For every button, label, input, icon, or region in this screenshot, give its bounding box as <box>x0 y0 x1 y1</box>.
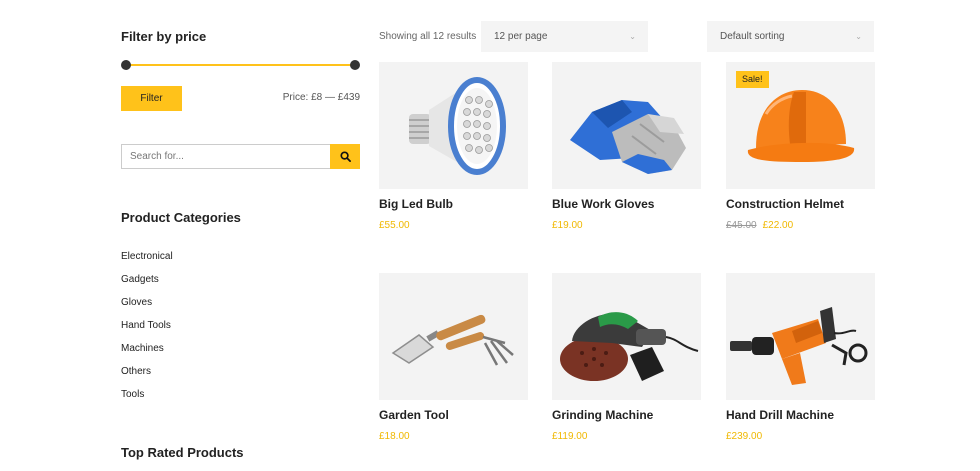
current-price: £239.00 <box>726 431 763 442</box>
search-input[interactable] <box>121 144 330 169</box>
product-card[interactable]: Grinding Machine £119.00 <box>552 273 701 442</box>
product-image[interactable] <box>726 273 875 400</box>
garden-trowel-icon <box>391 314 514 366</box>
product-card[interactable]: Hand Drill Machine £239.00 <box>726 273 875 442</box>
sorting-select[interactable]: Default sorting ⌄ <box>707 21 874 52</box>
product-name[interactable]: Blue Work Gloves <box>552 197 701 211</box>
sorting-value: Default sorting <box>720 31 785 42</box>
product-price: £239.00 <box>726 431 875 442</box>
power-drill-icon <box>730 307 868 385</box>
category-link-machines[interactable]: Machines <box>121 343 164 354</box>
category-list: Electronical Gadgets Gloves Hand Tools M… <box>121 251 173 412</box>
product-categories-title: Product Categories <box>121 210 241 225</box>
price-slider[interactable] <box>121 60 360 70</box>
category-link-gadgets[interactable]: Gadgets <box>121 274 159 285</box>
orbital-sander-icon <box>560 312 699 381</box>
product-price: £119.00 <box>552 431 701 442</box>
category-link-tools[interactable]: Tools <box>121 389 144 400</box>
list-item: Hand Tools <box>121 320 173 343</box>
product-image[interactable] <box>379 62 528 189</box>
product-card[interactable]: Big Led Bulb £55.00 <box>379 62 528 231</box>
current-price: £55.00 <box>379 220 410 231</box>
list-item: Machines <box>121 343 173 366</box>
list-item: Tools <box>121 389 173 412</box>
current-price: £22.00 <box>762 220 794 231</box>
search-button[interactable] <box>330 144 360 169</box>
product-name[interactable]: Hand Drill Machine <box>726 408 875 422</box>
product-name[interactable]: Construction Helmet <box>726 197 875 211</box>
filter-button[interactable]: Filter <box>121 86 182 111</box>
list-item: Gadgets <box>121 274 173 297</box>
list-item: Others <box>121 366 173 389</box>
search-form <box>121 144 360 169</box>
product-price: £19.00 <box>552 220 701 231</box>
price-slider-max-handle[interactable] <box>350 60 360 70</box>
old-price: £45.00 <box>726 220 757 231</box>
product-card[interactable]: Garden Tool £18.00 <box>379 273 528 442</box>
product-image[interactable] <box>379 273 528 400</box>
chevron-down-icon: ⌄ <box>855 32 862 41</box>
list-item: Gloves <box>121 297 173 320</box>
current-price: £18.00 <box>379 431 410 442</box>
sale-badge: Sale! <box>736 71 769 88</box>
chevron-down-icon: ⌄ <box>629 32 636 41</box>
product-name[interactable]: Big Led Bulb <box>379 197 528 211</box>
product-card[interactable]: Blue Work Gloves £19.00 <box>552 62 701 231</box>
current-price: £119.00 <box>552 431 588 442</box>
current-price: £19.00 <box>552 220 583 231</box>
price-slider-min-handle[interactable] <box>121 60 131 70</box>
product-price: £18.00 <box>379 431 528 442</box>
category-link-gloves[interactable]: Gloves <box>121 297 152 308</box>
category-link-others[interactable]: Others <box>121 366 151 377</box>
led-bulb-icon <box>409 77 506 175</box>
top-rated-products-title: Top Rated Products <box>121 445 244 460</box>
category-link-hand-tools[interactable]: Hand Tools <box>121 320 171 331</box>
list-item: Electronical <box>121 251 173 274</box>
work-gloves-icon <box>570 100 686 174</box>
category-link-electronical[interactable]: Electronical <box>121 251 173 262</box>
product-card[interactable]: Sale! Construction Helmet £45.00 £22.00 <box>726 62 875 231</box>
product-price: £55.00 <box>379 220 528 231</box>
price-range-label: Price: £8 — £439 <box>282 92 360 103</box>
product-image[interactable] <box>552 273 701 400</box>
per-page-value: 12 per page <box>494 31 548 42</box>
price-slider-track <box>126 64 355 66</box>
product-image[interactable]: Sale! <box>726 62 875 189</box>
product-image[interactable] <box>552 62 701 189</box>
product-price: £45.00 £22.00 <box>726 220 875 231</box>
search-icon <box>339 151 351 162</box>
product-name[interactable]: Garden Tool <box>379 408 528 422</box>
filter-by-price-title: Filter by price <box>121 29 207 44</box>
per-page-select[interactable]: 12 per page ⌄ <box>481 21 648 52</box>
product-name[interactable]: Grinding Machine <box>552 408 701 422</box>
result-count: Showing all 12 results <box>379 31 477 42</box>
